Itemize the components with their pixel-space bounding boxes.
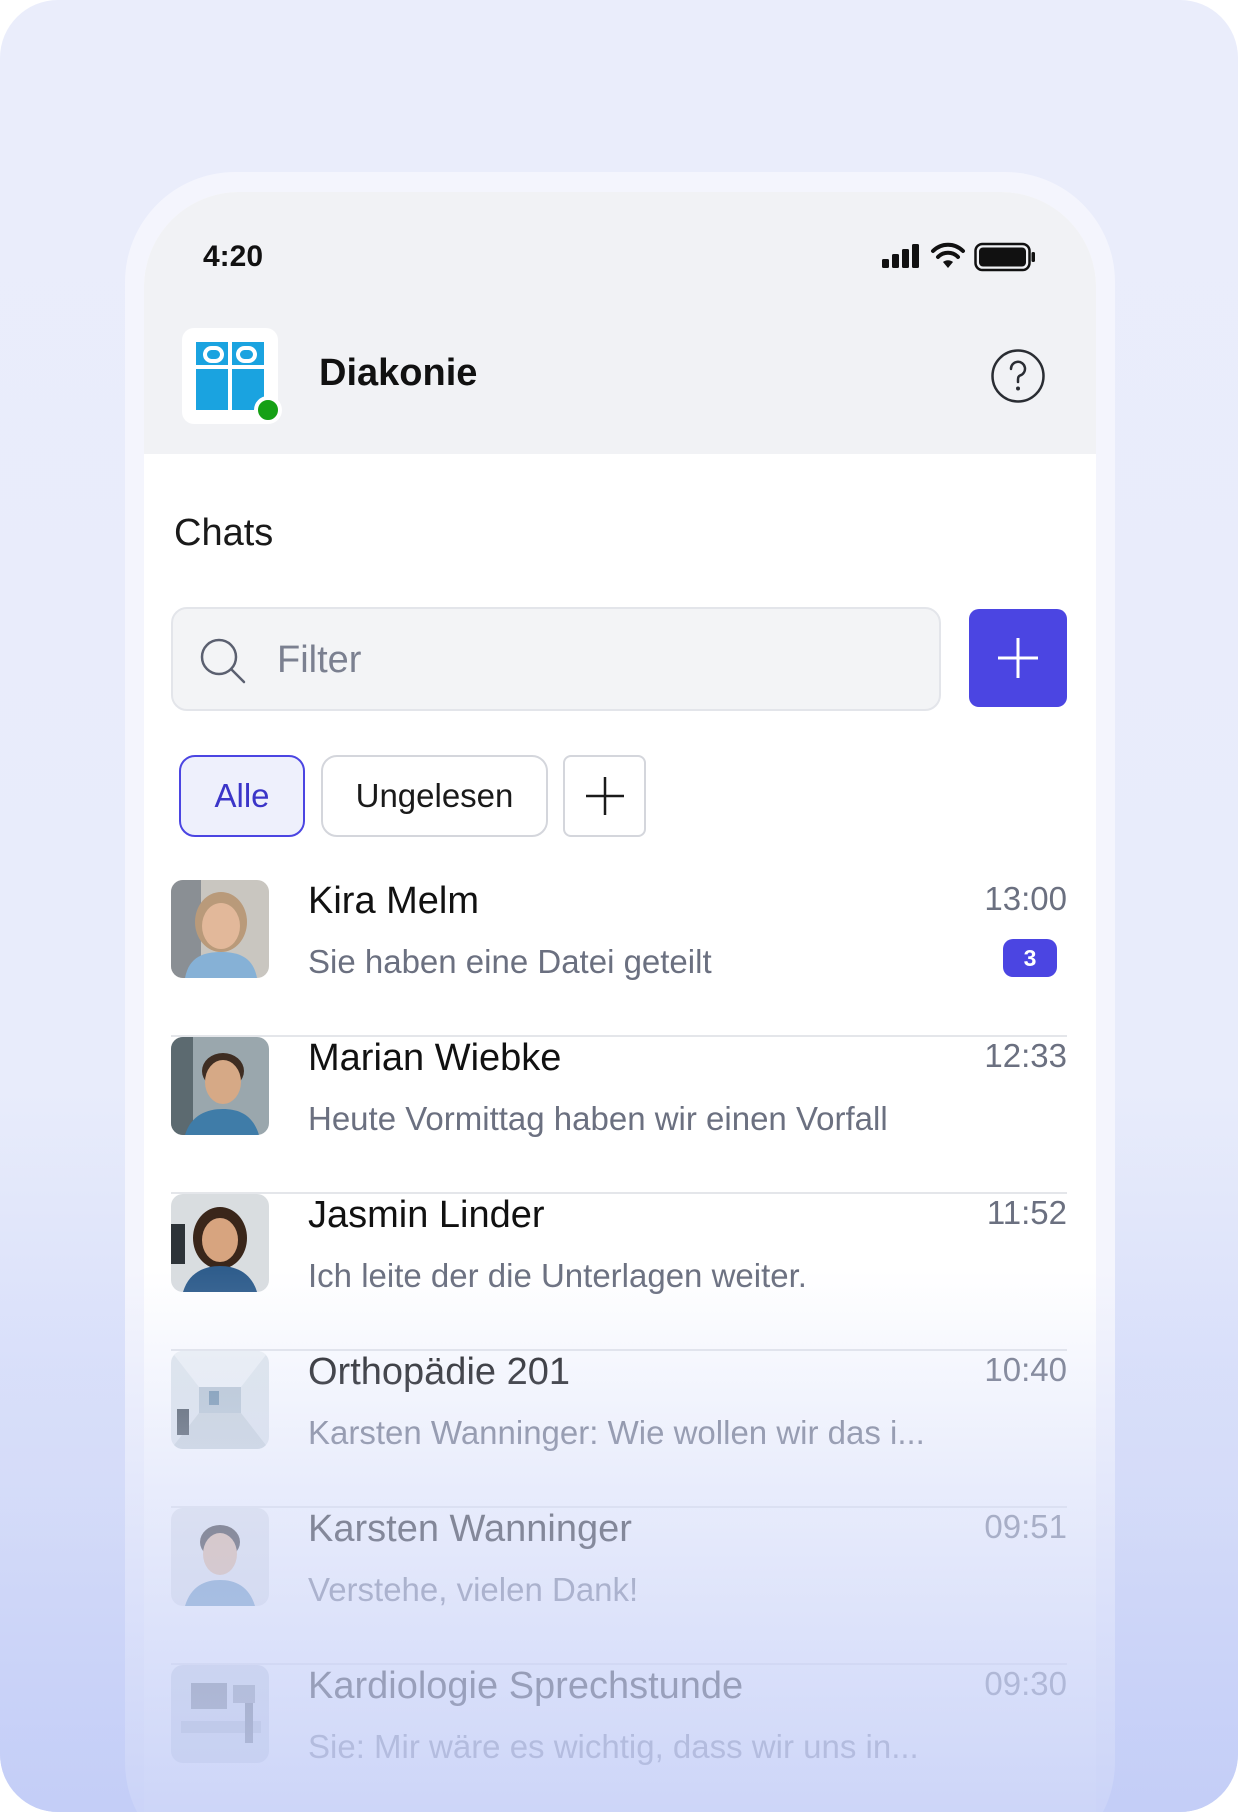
online-status-dot xyxy=(254,396,282,424)
chat-row-jasmin-linder[interactable]: Jasmin Linder Ich leite der die Unterlag… xyxy=(171,1194,1067,1351)
chat-row-kira-melm[interactable]: Kira Melm Sie haben eine Datei geteilt 1… xyxy=(171,880,1067,1037)
filter-chip-all[interactable]: Alle xyxy=(179,755,305,837)
chat-name: Kira Melm xyxy=(308,880,480,922)
filter-chip-unread[interactable]: Ungelesen xyxy=(321,755,548,837)
chat-preview: Heute Vormittag haben wir einen Vorfall xyxy=(308,1100,888,1137)
plus-icon xyxy=(998,638,1038,678)
new-chat-button[interactable] xyxy=(969,609,1067,707)
chat-preview: Karsten Wanninger: Wie wollen wir das i.… xyxy=(308,1414,925,1451)
search-input[interactable]: Filter xyxy=(171,607,941,711)
chat-time: 11:52 xyxy=(986,1194,1067,1231)
app-header: 4:20 Diakonie xyxy=(144,192,1096,454)
chat-time: 12:33 xyxy=(984,1037,1067,1074)
battery-icon xyxy=(974,242,1035,272)
chat-list: Kira Melm Sie haben eine Datei geteilt 1… xyxy=(171,880,1067,1812)
add-filter-button[interactable] xyxy=(563,755,646,837)
chat-preview: Sie haben eine Datei geteilt xyxy=(308,943,712,980)
chat-row-orthopaedie-201[interactable]: Orthopädie 201 Karsten Wanninger: Wie wo… xyxy=(171,1351,1067,1508)
chat-name: Karsten Wanninger xyxy=(308,1508,632,1550)
chat-preview: Ich leite der die Unterlagen weiter. xyxy=(308,1257,807,1294)
cellular-signal-icon xyxy=(882,244,919,268)
chat-time: 10:40 xyxy=(984,1351,1067,1388)
search-placeholder: Filter xyxy=(277,639,362,681)
brand-name: Diakonie xyxy=(319,352,478,394)
avatar xyxy=(171,1037,269,1135)
chat-time: 09:51 xyxy=(984,1508,1067,1545)
chat-name: Jasmin Linder xyxy=(308,1194,545,1236)
avatar xyxy=(171,1665,269,1763)
chat-row-kardiologie-sprechstunde[interactable]: Kardiologie Sprechstunde Sie: Mir wäre e… xyxy=(171,1665,1067,1812)
chat-time: 13:00 xyxy=(984,880,1067,917)
avatar xyxy=(171,880,269,978)
search-icon xyxy=(200,638,246,684)
chat-name: Orthopädie 201 xyxy=(308,1351,570,1393)
phone-screen: 4:20 Diakonie Chats Filter Alle Ungelese… xyxy=(144,192,1096,1812)
help-icon[interactable] xyxy=(990,348,1046,404)
chat-row-marian-wiebke[interactable]: Marian Wiebke Heute Vormittag haben wir … xyxy=(171,1037,1067,1194)
avatar xyxy=(171,1508,269,1606)
chat-name: Kardiologie Sprechstunde xyxy=(308,1665,744,1707)
chat-name: Marian Wiebke xyxy=(308,1037,562,1079)
chat-time: 09:30 xyxy=(984,1665,1067,1702)
avatar xyxy=(171,1194,269,1292)
avatar xyxy=(171,1351,269,1449)
chat-preview: Verstehe, vielen Dank! xyxy=(308,1571,639,1608)
status-time: 4:20 xyxy=(203,240,264,273)
plus-icon xyxy=(585,777,624,815)
chat-preview: Sie: Mir wäre es wichtig, dass wir uns i… xyxy=(308,1728,919,1765)
wifi-icon xyxy=(931,242,965,268)
page-title: Chats xyxy=(174,512,274,554)
unread-badge: 3 xyxy=(1003,939,1057,977)
background-card: 4:20 Diakonie Chats Filter Alle Ungelese… xyxy=(0,0,1238,1812)
chat-row-karsten-wanninger[interactable]: Karsten Wanninger Verstehe, vielen Dank!… xyxy=(171,1508,1067,1665)
